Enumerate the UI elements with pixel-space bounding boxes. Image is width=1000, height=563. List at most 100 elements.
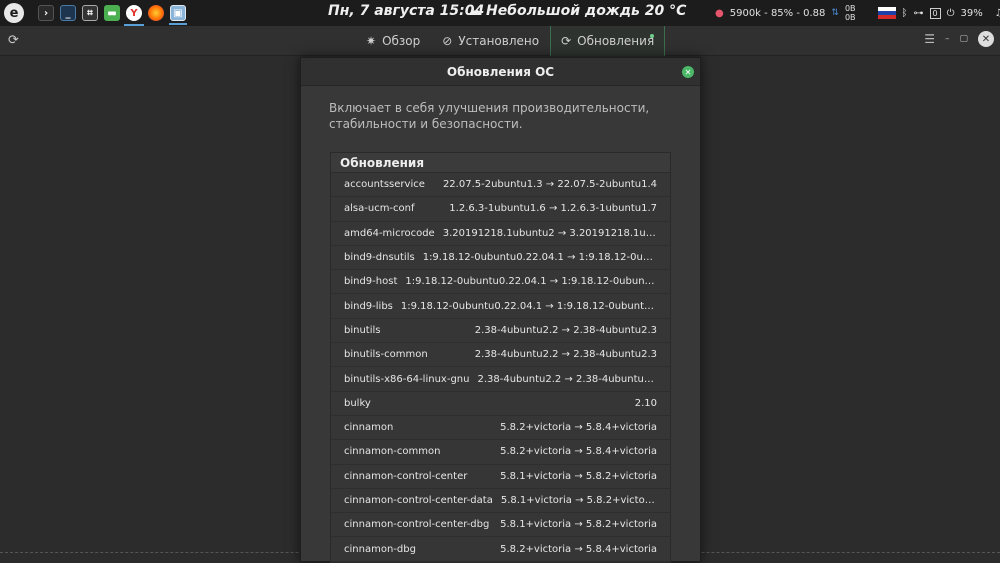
package-name: bulky	[344, 397, 371, 409]
bluetooth-icon[interactable]: ᛒ	[902, 8, 908, 19]
refresh-icon[interactable]: ⟳	[8, 33, 19, 48]
net-down: 0B	[844, 13, 856, 22]
package-name: bind9-dnsutils	[344, 252, 415, 264]
package-version: 1.2.6.3-1ubuntu1.6 → 1.2.6.3-1ubuntu1.7	[449, 203, 657, 215]
package-version: 5.8.1+victoria → 5.8.2+victoria	[500, 470, 657, 482]
battery-percent[interactable]: 39%	[961, 8, 983, 19]
package-version: 5.8.2+victoria → 5.8.4+victoria	[500, 422, 657, 434]
screenshot-icon[interactable]: ⌗	[82, 5, 98, 21]
updates-rows: accountsservice 22.07.5-2ubuntu1.3 → 22.0…	[331, 173, 670, 562]
tab-label: Обновления	[577, 34, 655, 48]
firefox-icon[interactable]	[148, 5, 164, 21]
package-name: cinnamon-control-center-dbg	[344, 519, 490, 531]
window-controls: ☰ – ▢ ✕	[924, 31, 994, 47]
list-item[interactable]: cinnamon-control-center-dbg 5.8.1+victori…	[331, 513, 670, 538]
list-item[interactable]: bind9-host 1:9.18.12-0ubuntu0.22.04.1 → 1…	[331, 270, 670, 295]
package-name: binutils	[344, 324, 381, 336]
dialog-header: Обновления ОС ✕	[301, 58, 700, 86]
weather-applet[interactable]: ☁ Небольшой дождь 20 °C	[468, 3, 686, 19]
tab-label: Обзор	[382, 34, 421, 48]
list-item[interactable]: bind9-libs 1:9.18.12-0ubuntu0.22.04.1 → 1…	[331, 294, 670, 319]
system-tray: ● 5900k - 85% - 0.88 ⇅ 0B 0B ᛒ ⊶ 0 ⏻ 39%…	[715, 0, 1000, 26]
files-icon[interactable]: ▬	[104, 5, 120, 21]
notifications-icon[interactable]: 0	[929, 7, 941, 19]
dialog-description: Включает в себя улучшения производительн…	[329, 101, 650, 131]
tab-bar: ✷ Обзор ⊘ Установлено ⟳ Обновления	[355, 26, 666, 56]
list-item[interactable]: accountsservice 22.07.5-2ubuntu1.3 → 22.0…	[331, 173, 670, 198]
package-version: 5.8.1+victoria → 5.8.2+victoria	[500, 495, 657, 506]
updates-list: Обновления accountsservice 22.07.5-2ubunt…	[330, 152, 671, 563]
power-icon[interactable]: ⏻	[947, 8, 955, 19]
package-name: alsa-ucm-conf	[344, 203, 415, 215]
list-item[interactable]: bind9-dnsutils 1:9.18.12-0ubuntu0.22.04.1…	[331, 245, 670, 271]
hamburger-menu-icon[interactable]: ☰	[924, 32, 935, 46]
system-stats[interactable]: 5900k - 85% - 0.88	[730, 8, 826, 19]
list-item[interactable]: amd64-microcode 3.20191218.1ubuntu2 → 3.2…	[331, 221, 670, 246]
arrows-icon: ⇅	[831, 8, 839, 18]
launcher: e › _ ⌗ ▬ Y ▣	[0, 0, 187, 26]
package-version: 1:9.18.12-0ubuntu0.22.04.1 → 1:9.18.12-0…	[400, 300, 657, 312]
top-panel: e › _ ⌗ ▬ Y ▣ Пн, 7 августа 15:04 ☁ Небо…	[0, 0, 1000, 26]
package-version: 1:9.18.12-0ubuntu0.22.04.1 → 1:9.18.12-0…	[422, 252, 657, 264]
list-item[interactable]: cinnamon-dbg 5.8.2+victoria → 5.8.4+victo…	[331, 537, 670, 562]
list-item[interactable]: cinnamon 5.8.2+victoria → 5.8.4+victoria	[331, 415, 670, 441]
net-speed[interactable]: 0B 0B	[845, 4, 856, 22]
keyboard-layout-flag-icon[interactable]	[877, 7, 896, 19]
tab-overview[interactable]: ✷ Обзор	[355, 26, 431, 56]
clock[interactable]: Пн, 7 августа 15:04	[328, 3, 484, 19]
package-version: 1:9.18.12-0ubuntu0.22.04.1 → 1:9.18.12-0…	[405, 276, 657, 288]
list-item[interactable]: alsa-ucm-conf 1.2.6.3-1ubuntu1.6 → 1.2.6.…	[331, 197, 670, 222]
package-name: bind9-host	[344, 276, 398, 288]
list-item[interactable]: binutils-common 2.38-4ubuntu2.2 → 2.38-4u…	[331, 343, 670, 368]
list-item[interactable]: cinnamon-control-center 5.8.1+victoria → …	[331, 464, 670, 489]
updates-icon: ⟳	[561, 34, 572, 48]
package-version: 2.38-4ubuntu2.2 → 2.38-4ubuntu2.3	[474, 324, 657, 336]
terminal-icon[interactable]: ›	[38, 5, 54, 21]
package-version: 2.38-4ubuntu2.2 → 2.38-4ubuntu2.3	[477, 373, 657, 385]
net-up: 0B	[844, 4, 856, 13]
list-item[interactable]: cinnamon-common 5.8.2+victoria → 5.8.4+vi…	[331, 440, 670, 465]
pin-icon: ●	[715, 7, 724, 19]
package-name: cinnamon-common	[344, 446, 441, 458]
weather-cloud-icon: ☁	[468, 3, 482, 19]
list-item[interactable]: cinnamon-control-center-data 5.8.1+victor…	[331, 488, 670, 514]
package-name: accountsservice	[344, 179, 425, 191]
overview-icon: ✷	[366, 34, 377, 48]
package-name: cinnamon-control-center-data	[344, 495, 493, 506]
package-name: bind9-libs	[344, 300, 393, 312]
sound-icon[interactable]: ♫	[995, 8, 1000, 19]
tab-label: Установлено	[458, 34, 540, 48]
list-item[interactable]: bulky 2.10	[331, 391, 670, 416]
package-version: 2.38-4ubuntu2.2 → 2.38-4ubuntu2.3	[474, 349, 657, 361]
software-manager-icon[interactable]: ▣	[169, 5, 187, 25]
yandex-browser-icon[interactable]: Y	[124, 5, 144, 26]
package-name: binutils-common	[344, 349, 428, 361]
package-name: binutils-x86-64-linux-gnu	[344, 373, 470, 385]
dialog-close-icon[interactable]: ✕	[682, 66, 694, 78]
package-version: 2.10	[634, 397, 657, 409]
installed-icon: ⊘	[442, 34, 453, 48]
package-version: 5.8.2+victoria → 5.8.4+victoria	[500, 446, 657, 458]
terminal2-icon[interactable]: _	[60, 5, 76, 21]
close-icon[interactable]: ✕	[978, 31, 994, 47]
menu-icon[interactable]: e	[4, 3, 24, 23]
package-version: 5.8.2+victoria → 5.8.4+victoria	[500, 543, 657, 555]
app-toolbar: ⟳ ✷ Обзор ⊘ Установлено ⟳ Обновления ☰ –…	[0, 26, 1000, 56]
tab-updates[interactable]: ⟳ Обновления	[550, 26, 666, 56]
package-version: 22.07.5-2ubuntu1.3 → 22.07.5-2ubuntu1.4	[442, 179, 657, 191]
package-version: 3.20191218.1ubuntu2 → 3.20191218.1ubuntu…	[442, 227, 657, 239]
package-name: amd64-microcode	[344, 227, 435, 239]
package-name: cinnamon-control-center	[344, 470, 468, 482]
network-icon[interactable]: ⊶	[914, 8, 924, 19]
minimize-icon[interactable]: –	[945, 34, 950, 44]
weather-text: Небольшой дождь 20 °C	[486, 3, 687, 19]
tab-installed[interactable]: ⊘ Установлено	[431, 26, 550, 56]
dialog-title: Обновления ОС	[446, 64, 555, 79]
os-updates-dialog: Обновления ОС ✕ Включает в себя улучшени…	[300, 57, 701, 563]
list-item[interactable]: binutils 2.38-4ubuntu2.2 → 2.38-4ubuntu2.…	[331, 318, 670, 344]
package-name: cinnamon-dbg	[344, 543, 416, 555]
updates-section-title: Обновления	[331, 153, 670, 173]
package-version: 5.8.1+victoria → 5.8.2+victoria	[500, 519, 657, 531]
maximize-icon[interactable]: ▢	[959, 34, 968, 44]
list-item[interactable]: binutils-x86-64-linux-gnu 2.38-4ubuntu2.2…	[331, 367, 670, 392]
